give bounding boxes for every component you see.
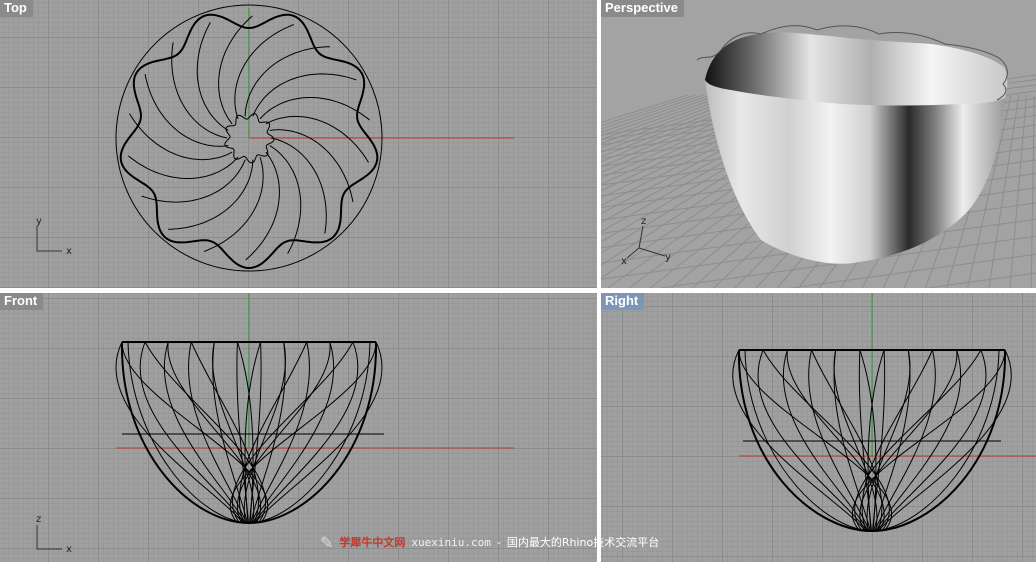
right-view-canvas	[732, 293, 1036, 532]
crossing-curve	[139, 341, 245, 524]
axis-indicator: y x	[36, 216, 72, 257]
viewport-label-perspective[interactable]: Perspective	[601, 0, 684, 17]
viewport-label-front[interactable]: Front	[0, 293, 44, 310]
crossing-curve	[253, 341, 359, 524]
watermark: ✎ 学犀牛中文网 xuexiniu.com - 国内最大的Rhino技术交流平台	[320, 529, 659, 555]
spiral-curve	[204, 156, 264, 252]
axis-label-y: y	[36, 216, 42, 227]
crossing-curve	[232, 341, 354, 524]
spiral-curve	[265, 115, 369, 163]
crossing-curve	[144, 341, 266, 524]
viewport-right[interactable]: Right	[601, 293, 1036, 562]
spiral-curve	[269, 145, 302, 254]
axis-label-y: y	[665, 252, 671, 263]
watermark-brand: 学犀牛中文网	[339, 536, 406, 549]
outer-profile	[120, 341, 250, 524]
axis-label-z: z	[641, 216, 646, 227]
spiral-curve	[234, 24, 294, 120]
axis-label-z: z	[36, 514, 41, 525]
axis-indicator: z x	[36, 514, 72, 555]
spiral-curve	[141, 159, 246, 203]
viewport-perspective[interactable]: z y x Perspective	[601, 0, 1036, 288]
axis-label-x: x	[66, 246, 72, 257]
viewport-label-right[interactable]: Right	[601, 293, 645, 310]
rhino-logo-icon: ✎	[320, 532, 334, 552]
spiral-curve	[252, 73, 357, 117]
watermark-url: xuexiniu.com	[411, 535, 491, 549]
axis-label-x: x	[66, 544, 72, 555]
viewport-front[interactable]: z x Front	[0, 293, 597, 562]
front-bowl-wireframe	[115, 341, 384, 524]
axis-label-x: x	[621, 256, 627, 267]
front-view-canvas: z x	[36, 293, 514, 555]
bowl-outer-surface	[705, 80, 1005, 264]
spiral-curve	[129, 113, 233, 161]
grid-line	[1030, 94, 1035, 288]
outer-profile	[248, 341, 378, 524]
viewport-top[interactable]: y x Top	[0, 0, 597, 288]
watermark-tagline: 国内最大的Rhino技术交流平台	[506, 536, 660, 549]
spiral-curve	[196, 22, 229, 131]
top-view-canvas: y x	[36, 4, 514, 272]
watermark-separator: -	[496, 535, 501, 549]
spiral-curve	[127, 155, 239, 179]
spiral-curve	[259, 97, 371, 121]
perspective-view-canvas: z y x	[601, 25, 1036, 288]
viewport-label-top[interactable]: Top	[0, 0, 33, 17]
